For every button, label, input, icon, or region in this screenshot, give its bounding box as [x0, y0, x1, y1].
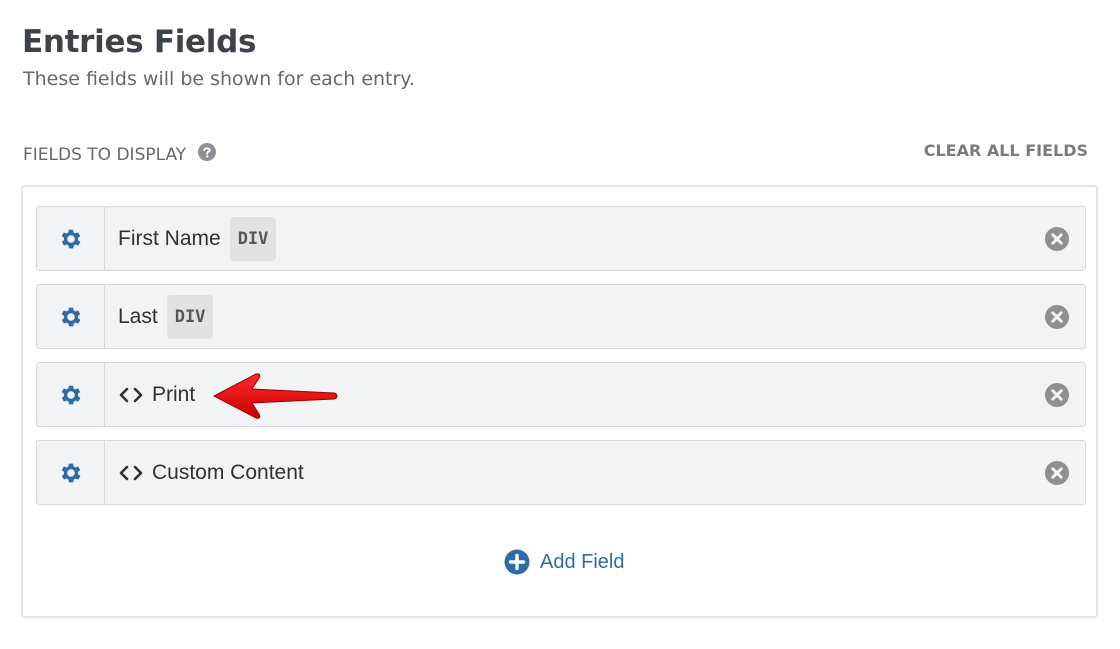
field-tag-badge: DIV: [166, 294, 214, 339]
field-label: Last: [118, 304, 158, 328]
section-label-text: FIELDS TO DISPLAY: [23, 145, 187, 165]
clear-all-fields-button[interactable]: CLEAR ALL FIELDS: [924, 141, 1088, 160]
add-field-label: Add Field: [540, 550, 625, 573]
gear-icon: [61, 307, 80, 326]
field-row-first-name[interactable]: First Name DIV: [36, 206, 1086, 271]
field-label-area: Custom Content: [105, 441, 1029, 504]
field-label: Print: [152, 382, 196, 406]
field-row-custom-content[interactable]: Custom Content: [36, 440, 1086, 505]
remove-field-button[interactable]: [1029, 441, 1085, 504]
add-field-button[interactable]: Add Field: [504, 549, 625, 575]
annotation-arrow-icon: [212, 373, 338, 419]
plus-circle-icon: [504, 549, 530, 575]
fields-to-display-label: FIELDS TO DISPLAY: [23, 143, 217, 165]
close-circle-icon: [1045, 382, 1069, 407]
field-label-area: Last DIV: [105, 285, 1029, 348]
field-label: First Name: [118, 226, 221, 250]
code-icon: [118, 385, 144, 405]
gear-icon: [61, 463, 80, 482]
field-label-area: First Name DIV: [105, 207, 1029, 270]
gear-icon: [61, 385, 80, 404]
field-settings-button[interactable]: [37, 207, 105, 270]
field-settings-button[interactable]: [37, 285, 105, 348]
remove-field-button[interactable]: [1029, 363, 1085, 426]
field-row-last[interactable]: Last DIV: [36, 284, 1086, 349]
remove-field-button[interactable]: [1029, 285, 1085, 348]
field-settings-button[interactable]: [37, 363, 105, 426]
help-icon[interactable]: [198, 143, 217, 161]
fields-container: First Name DIV Last DIV Print Custom Con…: [21, 185, 1098, 618]
close-circle-icon: [1045, 226, 1069, 251]
remove-field-button[interactable]: [1029, 207, 1085, 270]
page-subtitle: These fields will be shown for each entr…: [23, 68, 415, 90]
field-label: Custom Content: [152, 460, 304, 484]
field-tag-badge: DIV: [229, 216, 277, 261]
close-circle-icon: [1045, 304, 1069, 329]
field-settings-button[interactable]: [37, 441, 105, 504]
field-row-print[interactable]: Print: [36, 362, 1086, 427]
code-icon: [118, 463, 144, 483]
gear-icon: [61, 229, 80, 248]
close-circle-icon: [1045, 460, 1069, 485]
page-title: Entries Fields: [22, 24, 257, 60]
